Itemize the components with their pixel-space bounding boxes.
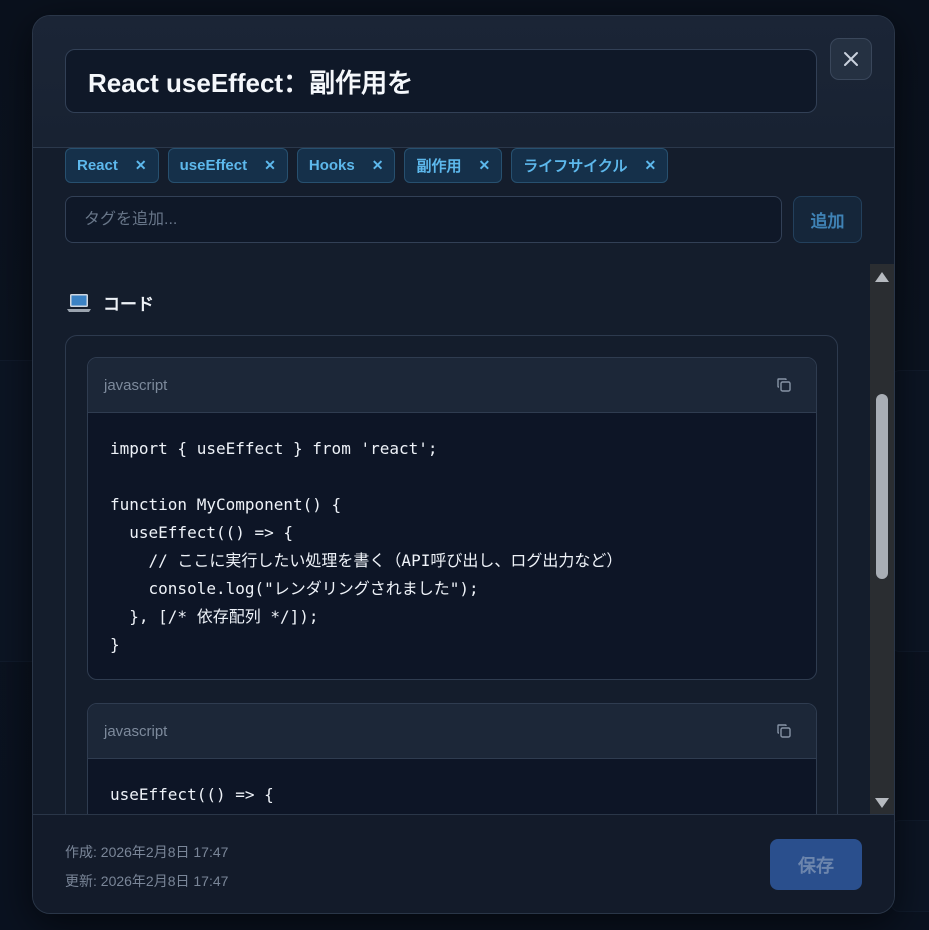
remove-tag-icon[interactable]: ✕: [644, 157, 656, 174]
scroll-down-icon[interactable]: [874, 796, 890, 810]
tag-chip: 副作用 ✕: [404, 148, 503, 183]
note-editor-modal: React useEffect：副作用を React ✕ useEffect ✕…: [32, 15, 895, 914]
scrollbar-thumb[interactable]: [876, 394, 888, 579]
tag-chip: React ✕: [65, 148, 159, 183]
title-text: React useEffect：副作用を: [88, 67, 414, 98]
code-line: console.log("レンダリングされました");: [110, 579, 479, 598]
code-line: }, [/* 依存配列 */]);: [110, 607, 319, 626]
code-content[interactable]: useEffect(() => {: [88, 759, 816, 814]
tag-label: useEffect: [179, 157, 248, 174]
tag-chip: Hooks ✕: [296, 148, 396, 183]
updated-timestamp: 更新: 2026年2月8日 17:47: [65, 873, 229, 889]
code-language: javascript: [104, 376, 168, 394]
code-line: // ここに実行したい処理を書く（API呼び出し、ログ出力など）: [110, 551, 623, 570]
remove-tag-icon[interactable]: ✕: [372, 157, 384, 174]
remove-tag-icon[interactable]: ✕: [264, 157, 276, 174]
tag-label: ライフサイクル: [523, 158, 628, 175]
background-card: [890, 820, 929, 912]
code-language: javascript: [104, 722, 168, 740]
content-scroll-area: コード javascript import { useEffect } from…: [33, 264, 894, 814]
title-field[interactable]: React useEffect：副作用を: [65, 49, 817, 113]
code-line: function MyComponent() {: [110, 495, 342, 514]
tag-label: Hooks: [308, 157, 355, 174]
tag-label: 副作用: [416, 158, 462, 175]
section-label: コード: [103, 295, 154, 314]
remove-tag-icon[interactable]: ✕: [135, 157, 147, 174]
close-button[interactable]: [830, 38, 872, 80]
tag-list: React ✕ useEffect ✕ Hooks ✕ 副作用 ✕ ライフサイク…: [65, 148, 669, 183]
scroll-up-icon[interactable]: [874, 270, 890, 284]
copy-icon: [777, 724, 791, 738]
code-block: javascript import { useEffect } from 're…: [87, 357, 817, 680]
code-line: useEffect(() => {: [110, 523, 294, 542]
code-section-header: コード: [67, 290, 154, 315]
tag-chip: ライフサイクル ✕: [511, 148, 669, 183]
remove-tag-icon[interactable]: ✕: [478, 157, 490, 174]
created-timestamp: 作成: 2026年2月8日 17:47: [65, 844, 229, 860]
tag-label: React: [77, 157, 118, 174]
tag-chip: useEffect ✕: [167, 148, 288, 183]
add-tag-button[interactable]: 追加: [793, 196, 862, 243]
vertical-scrollbar[interactable]: [870, 264, 894, 814]
copy-button[interactable]: [776, 377, 792, 393]
code-line: useEffect(() => {: [110, 785, 274, 804]
code-line: import { useEffect } from 'react';: [110, 439, 438, 458]
modal-footer: 作成: 2026年2月8日 17:47 更新: 2026年2月8日 17:47 …: [33, 814, 894, 913]
copy-icon: [777, 378, 791, 392]
laptop-icon: [67, 293, 91, 312]
code-section: javascript import { useEffect } from 're…: [65, 335, 838, 814]
background-card: [890, 370, 929, 652]
tag-input[interactable]: [65, 196, 782, 243]
save-button[interactable]: 保存: [770, 839, 862, 890]
copy-button[interactable]: [776, 723, 792, 739]
code-content[interactable]: import { useEffect } from 'react'; funct…: [88, 413, 816, 679]
close-icon: [844, 52, 858, 66]
code-block-header: javascript: [88, 358, 816, 413]
modal-header: React useEffect：副作用を: [33, 16, 894, 148]
code-line: }: [110, 635, 120, 654]
code-block-header: javascript: [88, 704, 816, 759]
code-block: javascript useEffect(() => {: [87, 703, 817, 814]
